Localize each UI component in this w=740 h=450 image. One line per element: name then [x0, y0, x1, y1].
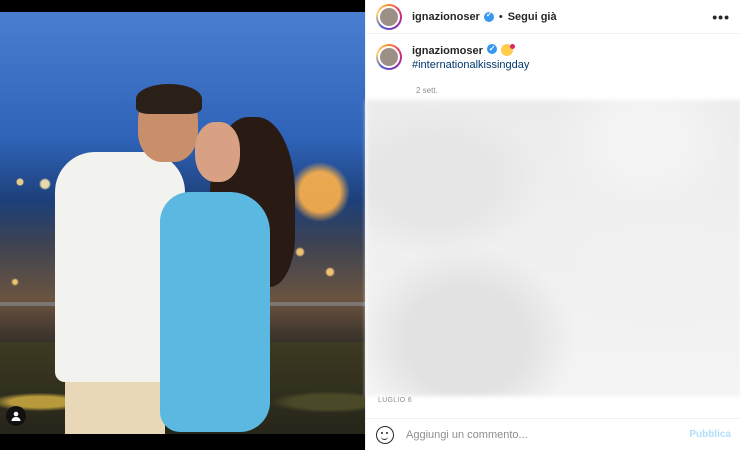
blurred-comments-area: [366, 100, 740, 396]
publish-button[interactable]: Pubblica: [689, 429, 731, 440]
caption-avatar[interactable]: [376, 44, 402, 70]
hashtag-link[interactable]: #internationalkissingday: [412, 58, 529, 72]
comment-input[interactable]: [406, 428, 690, 441]
kiss-emoji-icon: [500, 44, 515, 56]
caption-text: ignaziomoser #internationalkissingday: [412, 42, 529, 72]
post-media-panel: [0, 0, 365, 450]
profile-avatar[interactable]: [376, 3, 402, 30]
more-options-icon[interactable]: •••: [712, 9, 730, 25]
woman-figure: [160, 192, 270, 432]
man-hair: [136, 84, 202, 114]
username-link[interactable]: ignazionoser: [412, 11, 480, 23]
caption: ignaziomoser #internationalkissingday: [366, 34, 740, 72]
caption-username[interactable]: ignaziomoser: [412, 45, 483, 57]
verified-badge-icon: [483, 10, 494, 22]
emoji-smile-icon[interactable]: [376, 425, 394, 444]
post-header: ignazionoser • Segui già •••: [366, 0, 740, 34]
verified-badge-icon: [486, 42, 497, 56]
post-date: LUGLIO 6: [378, 397, 412, 404]
woman-head: [195, 122, 240, 182]
post-side-panel: ignazionoser • Segui già ••• ignaziomose…: [365, 0, 740, 450]
separator-dot: •: [498, 10, 503, 23]
user-tag-icon[interactable]: [6, 406, 26, 426]
relative-time[interactable]: 2 sett.: [416, 86, 740, 95]
post-photo[interactable]: [0, 12, 365, 434]
following-button[interactable]: Segui già: [508, 11, 557, 23]
comment-bar: Pubblica: [366, 418, 740, 450]
